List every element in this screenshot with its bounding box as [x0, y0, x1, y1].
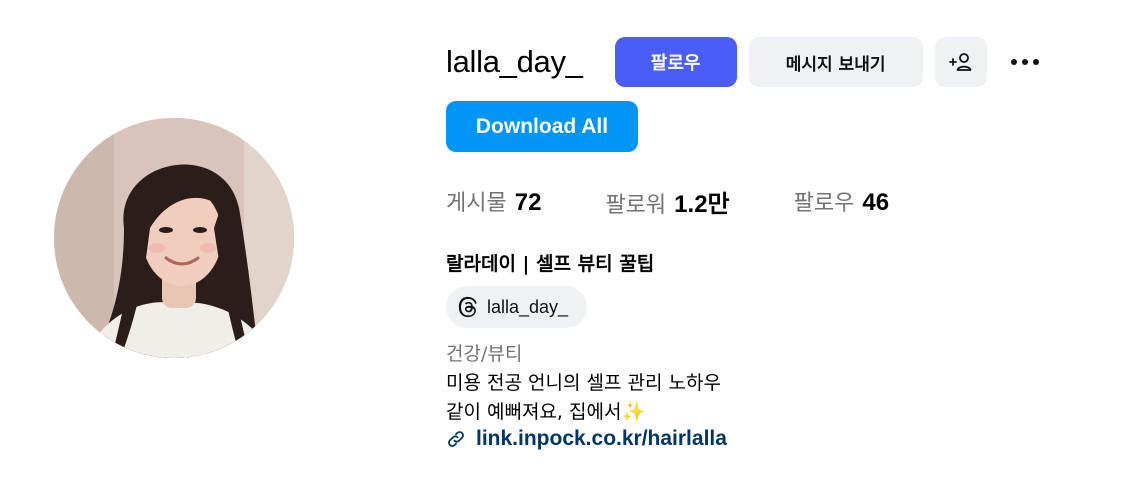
profile-page: lalla_day_ 팔로우 메시지 보내기 Download All 게시물 …: [0, 0, 1146, 482]
bio-line-2-text: 같이 예뻐져요, 집에서: [446, 401, 622, 423]
posts-label: 게시물: [446, 191, 507, 216]
followers-label: 팔로워: [605, 192, 667, 218]
profile-avatar[interactable]: [54, 118, 294, 358]
link-icon: [448, 431, 464, 447]
suggest-similar-accounts-button[interactable]: [934, 37, 987, 87]
more-options-button[interactable]: [1005, 37, 1045, 87]
profile-header-row: lalla_day_ 팔로우 메시지 보내기: [446, 37, 1045, 87]
threads-profile-link[interactable]: lalla_day_: [446, 286, 587, 328]
more-dot: [1032, 59, 1039, 65]
download-all-button[interactable]: Download All: [446, 101, 638, 152]
sparkles-emoji: ✨: [621, 401, 646, 423]
followers-count[interactable]: 팔로워 1.2만: [605, 184, 729, 219]
profile-category: 건강/뷰티: [446, 343, 523, 365]
profile-link-text: link.inpock.co.kr/hairlalla: [476, 427, 727, 450]
avatar-photo: [54, 118, 294, 358]
following-label: 팔로우: [793, 191, 855, 216]
profile-external-link[interactable]: link.inpock.co.kr/hairlalla: [446, 425, 727, 453]
profile-stats: 게시물 72 팔로워 1.2만 팔로우 46: [446, 184, 889, 218]
threads-handle: lalla_day_: [487, 296, 569, 317]
send-message-button[interactable]: 메시지 보내기: [748, 37, 923, 87]
profile-full-name: 랄라데이 | 셀프 뷰티 꿀팁: [446, 253, 655, 275]
person-add-icon: [948, 53, 972, 71]
more-dot: [1021, 59, 1028, 65]
posts-count: 게시물 72: [446, 185, 541, 217]
profile-username: lalla_day_: [446, 44, 583, 79]
followers-value: 1.2만: [674, 190, 730, 218]
follow-button[interactable]: 팔로우: [614, 37, 737, 87]
following-value: 46: [862, 189, 890, 216]
more-horizontal-icon: [1010, 59, 1017, 65]
posts-value: 72: [514, 189, 542, 216]
bio-line-1: 미용 전공 언니의 셀프 관리 노하우: [446, 372, 721, 394]
bio-line-2: 같이 예뻐져요, 집에서✨: [446, 397, 645, 424]
threads-icon: [458, 296, 477, 318]
following-count[interactable]: 팔로우 46: [794, 185, 889, 217]
